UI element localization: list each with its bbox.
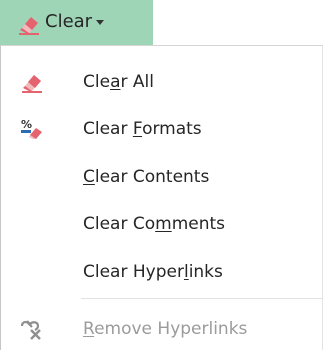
clear-menu: Clear All % Clear Formats Clear Contents… [0, 45, 323, 350]
eraser-icon [22, 75, 42, 93]
menu-separator [81, 298, 323, 299]
eraser-icon [19, 17, 39, 35]
menu-item-clear-hyperlinks[interactable]: Clear Hyperlinks [1, 248, 323, 296]
menu-item-label: Clear Hyperlinks [83, 262, 223, 282]
menu-item-label: Clear Formats [83, 119, 202, 139]
menu-item-label: Remove Hyperlinks [83, 319, 248, 339]
clear-dropdown: Clear Clear All % Clear Formats Clear Co… [0, 0, 324, 350]
chevron-down-icon [96, 20, 104, 25]
menu-item-clear-contents[interactable]: Clear Contents [1, 153, 323, 201]
clear-dropdown-button[interactable]: Clear [0, 0, 153, 45]
menu-item-remove-hyperlinks[interactable]: Remove Hyperlinks [1, 305, 323, 350]
menu-item-label: Clear All [83, 72, 154, 92]
menu-item-clear-formats[interactable]: % Clear Formats [1, 105, 323, 153]
menu-item-label: Clear Contents [83, 167, 210, 187]
menu-item-clear-all[interactable]: Clear All [1, 58, 323, 106]
clear-formats-icon: % [21, 118, 42, 139]
menu-item-label: Clear Comments [83, 214, 226, 234]
remove-hyperlink-icon [20, 320, 41, 340]
svg-text:%: % [21, 118, 32, 131]
menu-item-clear-comments[interactable]: Clear Comments [1, 200, 323, 248]
clear-button-label: Clear [45, 11, 93, 32]
